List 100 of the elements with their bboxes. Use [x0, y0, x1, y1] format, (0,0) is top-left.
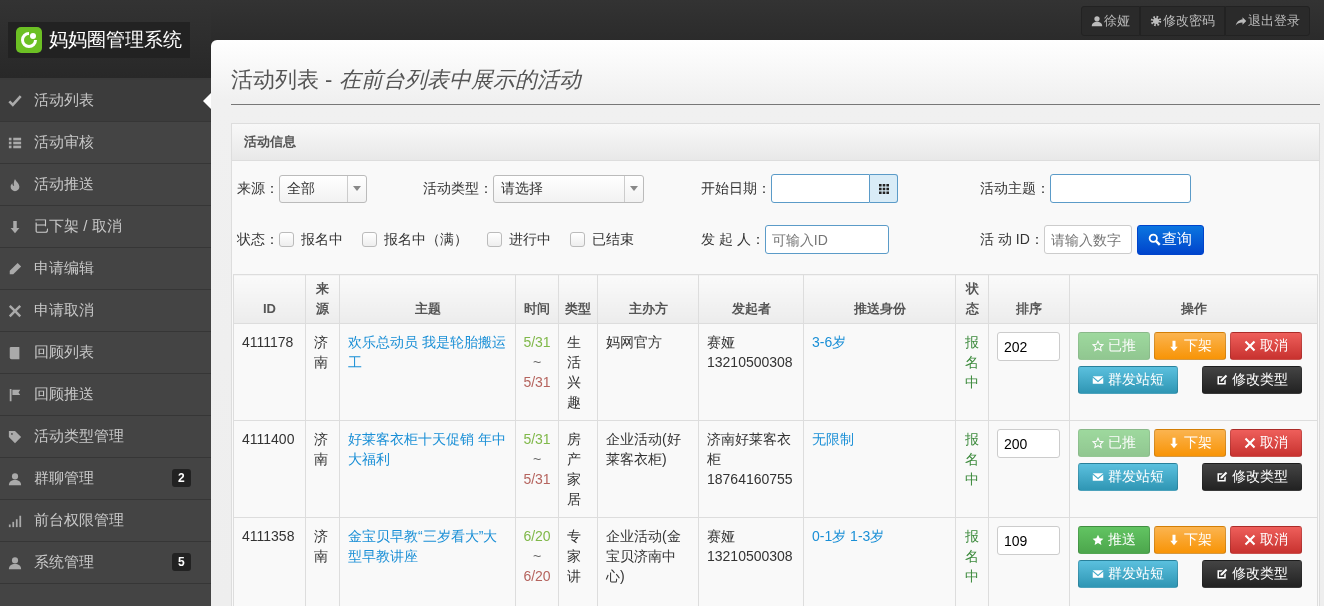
column-header: 排序	[988, 274, 1070, 324]
table-cell: 妈网官方	[597, 323, 699, 421]
column-header: 发起者	[698, 274, 804, 324]
cancel-button[interactable]: 取消	[1230, 332, 1302, 360]
edit-button[interactable]: 修改类型	[1202, 463, 1302, 491]
table-cell: 济南	[305, 323, 340, 421]
start-date: 5/31	[522, 430, 552, 449]
column-header: 主办方	[597, 274, 699, 324]
initiator-name: 济南好莱客衣柜	[707, 430, 792, 469]
audience-link[interactable]: 0-1岁 1-3岁	[812, 526, 947, 546]
envelope-icon	[1092, 568, 1104, 580]
checkbox[interactable]	[487, 232, 502, 247]
column-header: 主题	[339, 274, 516, 324]
search-icon	[1148, 233, 1162, 246]
star-icon	[1092, 534, 1104, 546]
checkbox[interactable]	[570, 232, 585, 247]
filter-label: 活动主题：	[980, 179, 1050, 198]
settings-icon	[1150, 15, 1162, 27]
sidebar-item[interactable]: 系统管理 5	[0, 542, 211, 584]
table-cell: 房产家居	[558, 420, 598, 518]
edit-icon	[1216, 568, 1228, 580]
order-field[interactable]: 202	[997, 332, 1060, 361]
signal-icon	[8, 513, 22, 528]
end-date: 5/31	[522, 373, 552, 392]
filter-label: 活 动 ID：	[980, 230, 1044, 249]
table-cell: 4111400	[233, 420, 306, 518]
order-field[interactable]: 109	[997, 526, 1060, 555]
sidebar-item[interactable]: 群聊管理 2	[0, 458, 211, 500]
search-button[interactable]: 查询	[1136, 224, 1204, 255]
logo-icon	[16, 27, 42, 53]
phone-number: 13210500308	[707, 353, 794, 372]
date-separator: ~	[531, 547, 543, 566]
checkbox-label: 进行中	[509, 230, 551, 249]
count-badge: 5	[172, 553, 191, 571]
star-outline-icon	[1092, 437, 1104, 449]
column-header: 来源	[305, 274, 340, 324]
user-icon	[1091, 15, 1103, 27]
start-date: 5/31	[522, 333, 552, 352]
calendar-button[interactable]	[870, 174, 898, 203]
active-pointer	[203, 93, 211, 109]
edit-icon	[1216, 471, 1228, 483]
sidebar-item[interactable]: 活动列表	[0, 80, 211, 122]
cancel-button[interactable]: 取消	[1230, 429, 1302, 457]
column-header: 类型	[558, 274, 598, 324]
checkbox-label: 已结束	[592, 230, 634, 249]
book-icon	[8, 345, 22, 360]
column-header: 操作	[1069, 274, 1318, 324]
user-icon	[8, 471, 22, 486]
list-icon	[8, 135, 22, 150]
subject-field[interactable]	[1050, 174, 1191, 203]
source-select[interactable]: 全部	[279, 174, 367, 203]
arrow-down-icon	[1168, 534, 1180, 546]
order-field[interactable]: 200	[997, 429, 1060, 458]
filter-label: 活动类型：	[423, 179, 493, 198]
column-header: 时间	[515, 274, 559, 324]
checkbox[interactable]	[362, 232, 377, 247]
count-badge: 2	[172, 469, 191, 487]
audience-link[interactable]: 3-6岁	[812, 332, 947, 352]
filter-label: 状态：	[237, 230, 279, 249]
x-icon	[1244, 534, 1256, 546]
audience-link[interactable]: 无限制	[812, 429, 947, 449]
date-separator: ~	[531, 353, 543, 372]
edit-button[interactable]: 修改类型	[1202, 560, 1302, 588]
phone-number: 13210500308	[707, 547, 794, 566]
panel-title: 活动信息	[244, 133, 296, 151]
checkbox[interactable]	[279, 232, 294, 247]
column-header: 推送身份	[803, 274, 956, 324]
start-date: 6/20	[522, 527, 552, 546]
type-select[interactable]: 请选择	[493, 174, 644, 203]
x-icon	[1244, 437, 1256, 449]
table-cell: 济南	[305, 420, 340, 518]
flag-icon	[8, 387, 22, 402]
arrow-down-icon	[1168, 340, 1180, 352]
logout-button[interactable]: 退出登录	[1225, 6, 1310, 36]
initiator-field[interactable]: 可输入ID	[764, 225, 889, 254]
check-icon	[8, 93, 22, 108]
table-cell: 4111178	[233, 323, 306, 421]
filter-label: 开始日期：	[701, 179, 771, 198]
id-field[interactable]: 请输入数字	[1043, 225, 1132, 254]
caret-icon	[353, 186, 361, 191]
phone-number: 18764160755	[707, 470, 794, 489]
fire-icon	[8, 177, 22, 192]
checkbox-label: 报名中	[301, 230, 343, 249]
envelope-icon	[1092, 374, 1104, 386]
column-header: ID	[233, 274, 306, 324]
star-outline-icon	[1092, 340, 1104, 352]
arrow-down-icon	[1168, 437, 1180, 449]
share-arrow-icon	[1235, 15, 1247, 27]
pencil-icon	[8, 261, 22, 276]
app-title: 妈妈圈管理系统	[49, 28, 182, 52]
edit-button[interactable]: 修改类型	[1202, 366, 1302, 394]
grid-icon	[878, 183, 889, 194]
user-button[interactable]: 徐娅	[1081, 6, 1140, 36]
change-password-button[interactable]: 修改密码	[1140, 6, 1225, 36]
filter-label: 发 起 人：	[701, 230, 765, 249]
column-header: 状态	[955, 274, 989, 324]
cancel-button[interactable]: 取消	[1230, 526, 1302, 554]
caret-icon	[630, 186, 638, 191]
date-field[interactable]	[771, 174, 870, 203]
arrow-down-icon	[8, 219, 22, 234]
